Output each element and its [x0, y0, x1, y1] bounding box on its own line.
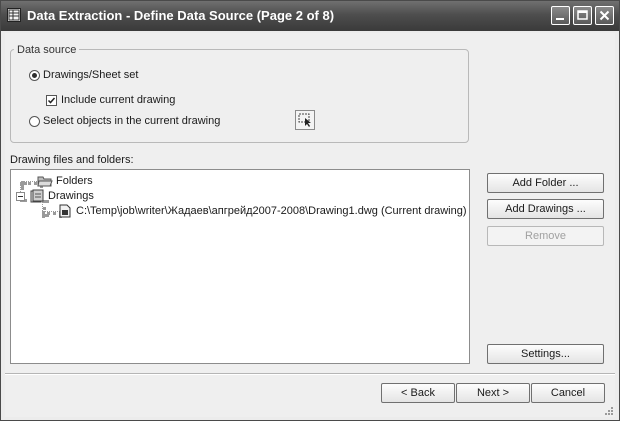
- tree-node-label: Folders: [56, 175, 93, 187]
- include-current-drawing-checkbox[interactable]: Include current drawing: [46, 94, 175, 106]
- select-objects-radio[interactable]: Select objects in the current drawing: [29, 115, 220, 127]
- maximize-icon[interactable]: [573, 6, 592, 25]
- radio-indicator[interactable]: [29, 115, 40, 127]
- data-source-legend: Data source: [14, 44, 80, 56]
- data-extraction-app-icon: [7, 8, 21, 22]
- tree-node-drawings[interactable]: Drawings: [29, 189, 94, 203]
- title-bar[interactable]: Data Extraction - Define Data Source (Pa…: [1, 1, 619, 31]
- select-objects-label: Select objects in the current drawing: [43, 115, 221, 127]
- back-button[interactable]: < Back: [381, 383, 455, 403]
- settings-button[interactable]: Settings...: [487, 344, 604, 364]
- window-title: Data Extraction - Define Data Source (Pa…: [27, 8, 335, 23]
- footer-divider: [5, 373, 615, 375]
- folder-icon: [37, 176, 53, 187]
- checkbox-indicator[interactable]: [46, 94, 57, 106]
- resize-grip-icon[interactable]: [603, 405, 613, 415]
- close-icon[interactable]: [595, 6, 614, 25]
- include-current-drawing-label: Include current drawing: [61, 94, 176, 106]
- drawings-icon: [30, 189, 44, 203]
- add-folder-button[interactable]: Add Folder ...: [487, 173, 604, 193]
- dialog-body: Data source Drawings/Sheet set Include c…: [5, 33, 615, 417]
- data-extraction-dialog: Data Extraction - Define Data Source (Pa…: [0, 0, 620, 421]
- drawings-collapse-toggle[interactable]: [16, 192, 25, 201]
- drawing-files-label: Drawing files and folders:: [10, 154, 134, 166]
- next-button[interactable]: Next >: [456, 383, 530, 403]
- select-objects-button[interactable]: [295, 110, 315, 130]
- remove-button[interactable]: Remove: [487, 226, 604, 246]
- add-drawings-button[interactable]: Add Drawings ...: [487, 199, 604, 219]
- tree-node-label: Drawings: [48, 190, 94, 202]
- cancel-button[interactable]: Cancel: [531, 383, 605, 403]
- drawing-files-tree[interactable]: Folders Drawings C:\Temp\job\writer\Жада…: [10, 169, 470, 364]
- tree-node-label: C:\Temp\job\writer\Жадаев\апгрейд2007-20…: [76, 205, 467, 217]
- minimize-icon[interactable]: [551, 6, 570, 25]
- drawings-sheet-set-label: Drawings/Sheet set: [43, 69, 139, 81]
- tree-node-folders[interactable]: Folders: [37, 174, 93, 188]
- dwg-file-icon: [59, 204, 71, 218]
- radio-indicator[interactable]: [29, 69, 40, 81]
- select-objects-icon: [298, 113, 311, 127]
- drawings-sheet-set-radio[interactable]: Drawings/Sheet set: [29, 69, 138, 81]
- tree-node-drawing-file[interactable]: C:\Temp\job\writer\Жадаев\апгрейд2007-20…: [57, 204, 467, 218]
